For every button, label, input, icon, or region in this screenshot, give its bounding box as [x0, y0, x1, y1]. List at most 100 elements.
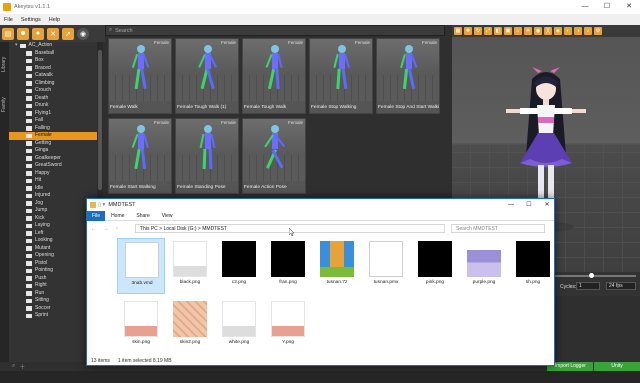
add-icon[interactable]: ＋ — [19, 362, 25, 371]
ribbon-tab-view[interactable]: View — [156, 213, 179, 219]
tree-item[interactable]: Run — [9, 290, 97, 298]
file-item[interactable]: tusnan.7z — [313, 238, 361, 294]
scale-icon[interactable]: ⤢ — [484, 27, 492, 35]
eye-icon[interactable]: ◉ — [534, 27, 542, 35]
tree-item[interactable]: Box — [9, 57, 97, 65]
ribbon-tab-share[interactable]: Share — [130, 213, 155, 219]
tree-item[interactable]: Happy — [9, 170, 97, 178]
menu-file[interactable]: File — [0, 17, 17, 23]
animation-thumbnail[interactable]: Female Female Tough Walk — [242, 38, 306, 114]
tree-item[interactable]: Baseball — [9, 50, 97, 58]
rotate-icon[interactable]: ↻ — [474, 27, 482, 35]
tree-item[interactable]: Soccer — [9, 305, 97, 313]
tree-item[interactable]: Laying — [9, 222, 97, 230]
tree-item[interactable]: Opening — [9, 252, 97, 260]
menu-help[interactable]: Help — [45, 17, 64, 23]
file-item[interactable]: purple.png — [460, 238, 508, 294]
explorer-minimize-button[interactable]: — — [502, 199, 520, 211]
book-icon[interactable]: ▤ — [2, 27, 14, 40]
light-icon[interactable]: ☀ — [524, 27, 532, 35]
tree-item[interactable]: Kick — [9, 215, 97, 223]
sphere-icon[interactable]: ● — [32, 27, 44, 40]
close-button[interactable]: ✕ — [618, 0, 640, 14]
tree-item[interactable]: Drunk — [9, 102, 97, 110]
ribbon-tab-home[interactable]: Home — [105, 213, 130, 219]
shadow-icon[interactable]: ◑ — [574, 27, 582, 35]
tree-item[interactable]: Injured — [9, 192, 97, 200]
tree-item[interactable]: Ginga — [9, 147, 97, 155]
explorer-maximize-button[interactable]: ☐ — [520, 199, 538, 211]
mesh-icon[interactable]: ◈ — [554, 27, 562, 35]
file-item[interactable]: Y.png — [264, 298, 312, 354]
animation-thumbnail[interactable]: Female Female Standing Pose — [175, 118, 239, 194]
tree-item[interactable]: Crouch — [9, 87, 97, 95]
file-item[interactable]: pink.png — [411, 238, 459, 294]
animation-thumbnail[interactable]: Female Female Walk — [108, 38, 172, 114]
search-icon[interactable]: ⌕ — [12, 363, 15, 370]
grid-icon[interactable]: ▦ — [454, 27, 462, 35]
file-item[interactable]: c2.png — [215, 238, 263, 294]
tree-item[interactable]: Pistol — [9, 260, 97, 268]
file-item[interactable]: black.png — [166, 238, 214, 294]
tree-item[interactable]: Sprint — [9, 312, 97, 320]
tree-item[interactable]: Female — [9, 132, 97, 140]
settings-icon[interactable]: ⚙ — [594, 27, 602, 35]
file-item[interactable]: fran.png — [264, 238, 312, 294]
tree-item[interactable]: Catwalk — [9, 72, 97, 80]
tree-item[interactable]: GreatSword — [9, 162, 97, 170]
search-input[interactable]: ⌕ Search — [105, 25, 445, 36]
fps-select[interactable]: 24 fps — [606, 282, 636, 290]
file-item[interactable]: 3nab.vmd — [117, 238, 165, 294]
sound-icon[interactable]: ♪ — [584, 27, 592, 35]
tree-item[interactable]: Sitting — [9, 297, 97, 305]
tree-scrollbar-thumb[interactable] — [98, 50, 102, 190]
skin-icon[interactable]: ◐ — [564, 27, 572, 35]
tree-item[interactable]: Pointing — [9, 267, 97, 275]
tree-item[interactable]: Climbing — [9, 80, 97, 88]
cycles-input[interactable]: 1 — [576, 282, 600, 290]
move-icon[interactable]: ✥ — [464, 27, 472, 35]
file-item[interactable]: white.png — [215, 298, 263, 354]
menu-settings[interactable]: Settings — [17, 17, 45, 23]
tree-item[interactable]: Right — [9, 282, 97, 290]
file-item[interactable]: skin.png — [117, 298, 165, 354]
character-icon[interactable]: ☻ — [17, 27, 29, 40]
tree-item[interactable]: Idle — [9, 185, 97, 193]
minimize-button[interactable]: — — [574, 0, 596, 14]
tree-item[interactable]: Goalkeeper — [9, 155, 97, 163]
file-item[interactable]: tusnan.pmx — [362, 238, 410, 294]
navigation-arrows[interactable]: ← → ↑ — [87, 226, 135, 232]
explorer-close-button[interactable]: ✕ — [538, 199, 554, 211]
file-item[interactable]: sh.png — [509, 238, 554, 294]
camera-icon[interactable]: ◧ — [494, 27, 502, 35]
tree-item[interactable]: Left — [9, 230, 97, 238]
animation-thumbnail[interactable]: Female Female Action Pose — [242, 118, 306, 194]
tab-library[interactable]: Library — [1, 44, 8, 84]
tree-item[interactable]: Mutant — [9, 245, 97, 253]
timeline-playhead[interactable] — [589, 273, 594, 278]
animation-thumbnail[interactable]: Female Female Start Walking — [108, 118, 172, 194]
tree-item[interactable]: Fall — [9, 117, 97, 125]
tree-item[interactable]: Hit — [9, 177, 97, 185]
file-item[interactable]: skin2.png — [166, 298, 214, 354]
bone-icon[interactable]: ╳ — [544, 27, 552, 35]
animation-thumbnail[interactable]: Female Female Stop Walking — [309, 38, 373, 114]
run-icon[interactable]: ➚ — [62, 27, 74, 40]
tree-item[interactable]: Braced — [9, 65, 97, 73]
record-icon[interactable]: ◉ — [77, 27, 89, 40]
animation-thumbnail[interactable]: Female Female Stop And Start Walking — [376, 38, 440, 114]
tree-item[interactable]: Jog — [9, 200, 97, 208]
tree-item[interactable]: Death — [9, 95, 97, 103]
ribbon-tab-file[interactable]: File — [87, 210, 106, 221]
tree-item[interactable]: Getting — [9, 140, 97, 148]
maximize-button[interactable]: ☐ — [596, 0, 618, 14]
tab-family[interactable]: Family — [1, 88, 8, 122]
animation-thumbnail[interactable]: Female Female Tough Walk (1) — [175, 38, 239, 114]
bones-icon[interactable]: ✕ — [47, 27, 59, 40]
tree-item[interactable]: Jump — [9, 207, 97, 215]
tree-root[interactable]: ▾ AC_Action — [9, 42, 97, 50]
tree-item[interactable]: Flying1 — [9, 110, 97, 118]
quick-access-icon[interactable]: ▯ ▾ — [98, 202, 105, 208]
explorer-search-input[interactable]: Search MMDTEST — [451, 224, 545, 233]
frame-icon[interactable]: ▣ — [504, 27, 512, 35]
